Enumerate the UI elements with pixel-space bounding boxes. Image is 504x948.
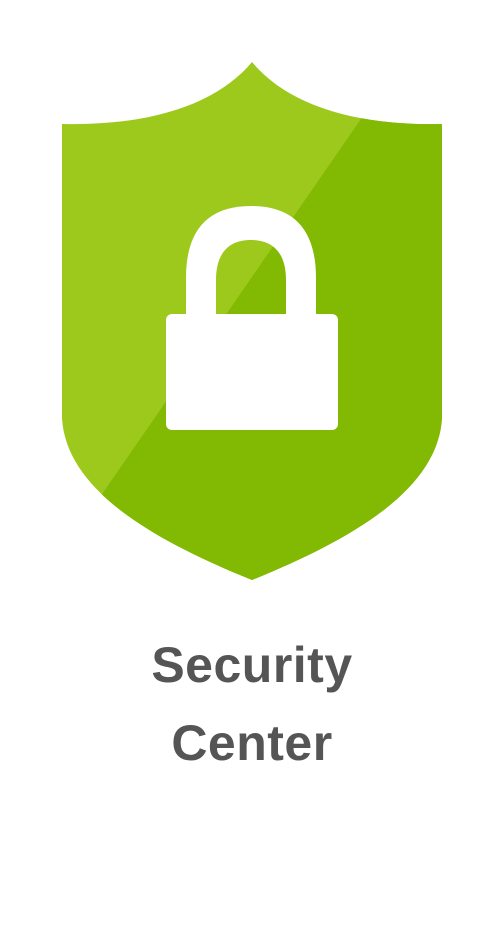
app-label-line2: Center xyxy=(171,715,333,771)
shield-lock-icon xyxy=(62,62,442,580)
app-label: Security Center xyxy=(0,626,504,782)
app-label-line1: Security xyxy=(151,637,353,693)
security-center-tile[interactable]: Security Center xyxy=(0,0,504,948)
lock-body xyxy=(166,314,338,430)
